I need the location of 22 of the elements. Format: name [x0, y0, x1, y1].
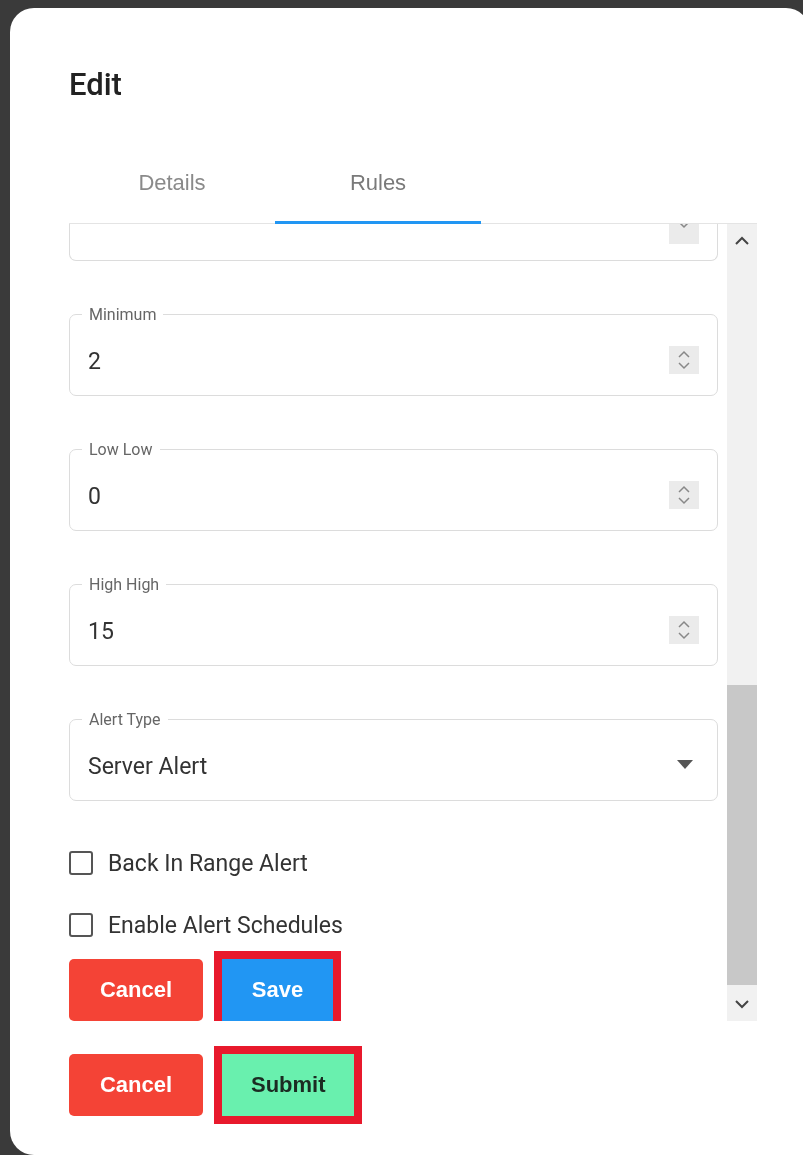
- field-label: High High: [88, 574, 161, 595]
- field-value: 0: [88, 482, 102, 511]
- checkbox[interactable]: [69, 851, 93, 875]
- field-label: Minimum: [88, 304, 158, 325]
- chevron-up-icon[interactable]: [735, 236, 749, 245]
- dialog-title: Edit: [69, 65, 123, 105]
- tab[interactable]: Rules: [275, 160, 481, 224]
- checkbox-label: Enable Alert Schedules: [108, 911, 343, 939]
- field-value: 15: [88, 617, 115, 646]
- cancel-button[interactable]: Cancel: [69, 1054, 203, 1116]
- chevron-down-icon[interactable]: [735, 1000, 749, 1009]
- field-value: Server Alert: [88, 752, 209, 781]
- caret-icon: [677, 760, 693, 770]
- number-field[interactable]: [69, 224, 718, 261]
- field-label: Low Low: [88, 439, 154, 460]
- scrollbar[interactable]: [727, 224, 757, 1021]
- field-label: Alert Type: [88, 709, 162, 730]
- cancel-button[interactable]: Cancel: [69, 959, 203, 1021]
- scrollbar-thumb[interactable]: [727, 685, 757, 985]
- field-value: 2: [88, 347, 102, 376]
- checkbox[interactable]: [69, 913, 93, 937]
- checkbox-label: Back In Range Alert: [108, 849, 308, 877]
